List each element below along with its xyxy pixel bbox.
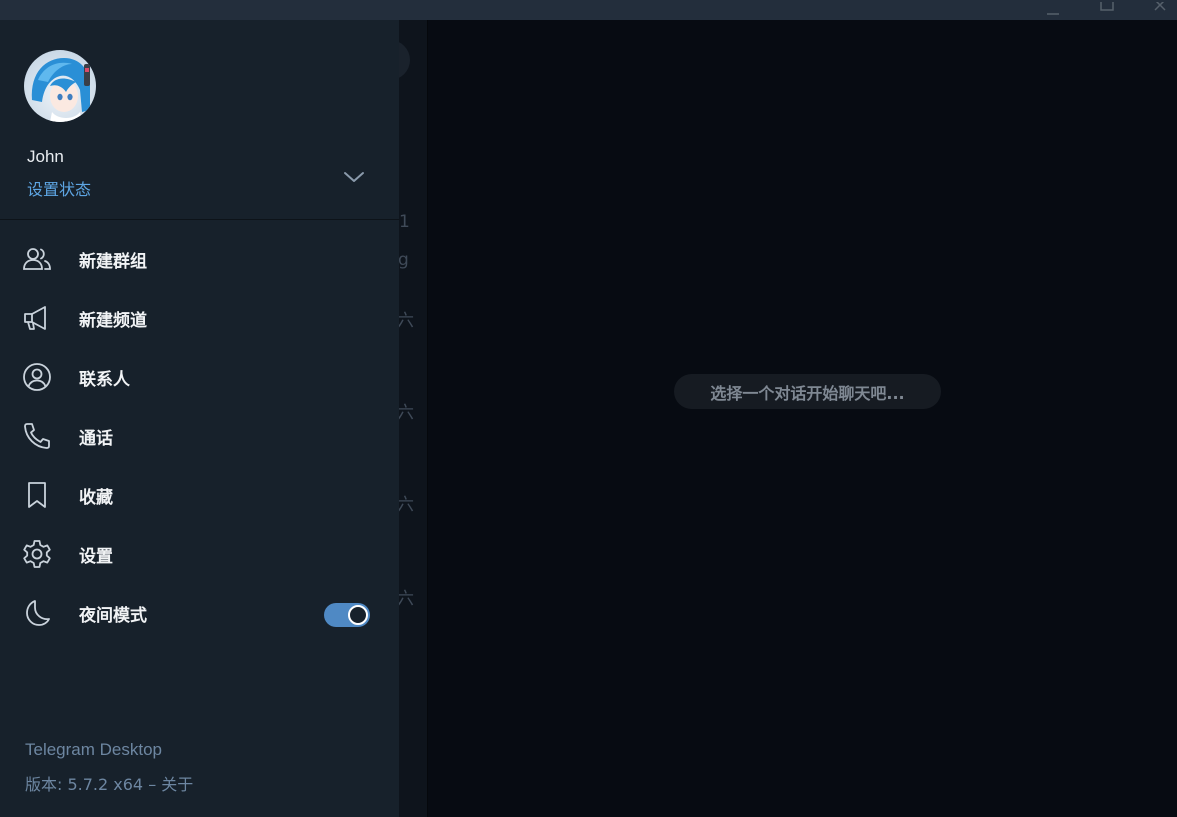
bookmark-icon xyxy=(21,479,53,511)
menu-item-contacts[interactable]: 联系人 xyxy=(0,347,399,406)
close-icon xyxy=(1154,2,1166,11)
accounts-expand-button[interactable] xyxy=(332,162,376,192)
conversation-area xyxy=(428,20,1177,817)
gear-icon xyxy=(21,538,53,570)
menu-item-label: 新建群组 xyxy=(79,252,147,272)
toggle-knob xyxy=(348,605,368,625)
app-version: 版本: 5.7.2 x64 – 关于 xyxy=(25,771,193,795)
phone-icon xyxy=(21,420,53,452)
menu-item-night-mode[interactable]: 夜间模式 xyxy=(0,583,399,642)
maximize-icon xyxy=(1100,2,1114,11)
moon-icon xyxy=(21,597,53,629)
divider xyxy=(0,219,399,220)
menu-item-label: 通话 xyxy=(79,429,113,449)
user-name: John xyxy=(27,147,64,166)
about-link[interactable]: – 关于 xyxy=(148,775,193,794)
menu-item-new-channel[interactable]: 新建频道 xyxy=(0,288,399,347)
window-titlebar xyxy=(0,0,1177,20)
avatar-image xyxy=(24,50,96,122)
minimize-button[interactable] xyxy=(1033,0,1073,20)
menu-item-label: 新建频道 xyxy=(79,311,147,331)
minimize-icon xyxy=(1047,13,1059,15)
menu-item-new-group[interactable]: 新建群组 xyxy=(0,229,399,288)
megaphone-icon xyxy=(21,302,53,334)
menu-item-calls[interactable]: 通话 xyxy=(0,406,399,465)
menu-item-label: 收藏 xyxy=(79,488,113,508)
menu-item-saved[interactable]: 收藏 xyxy=(0,465,399,524)
night-mode-toggle[interactable] xyxy=(324,603,370,627)
chat-list-ghost-text: g xyxy=(398,250,409,270)
chat-list-ghost-text: 六 xyxy=(397,495,414,515)
version-text: 版本: 5.7.2 x64 xyxy=(25,775,144,794)
main-menu-drawer: John 设置状态 新建群组 新建频道 联系人 通话 收藏 设置 夜间模式 Te… xyxy=(0,20,399,817)
app-name: Telegram Desktop xyxy=(25,740,163,759)
chevron-down-icon xyxy=(344,172,364,182)
menu-item-settings[interactable]: 设置 xyxy=(0,524,399,583)
empty-state-message: 选择一个对话开始聊天吧... xyxy=(674,374,941,409)
chat-list-ghost-text: 六 xyxy=(397,589,414,609)
chat-list-ghost-text: 1 xyxy=(399,212,410,232)
menu-item-label: 联系人 xyxy=(79,370,130,390)
chat-list-ghost-text: 六 xyxy=(397,311,414,331)
avatar[interactable] xyxy=(24,50,96,122)
close-button[interactable] xyxy=(1140,0,1177,20)
set-status-link[interactable]: 设置状态 xyxy=(27,176,91,200)
menu-item-label: 设置 xyxy=(79,547,113,567)
maximize-button[interactable] xyxy=(1087,0,1127,20)
menu-item-label: 夜间模式 xyxy=(79,606,147,626)
contact-icon xyxy=(21,361,53,393)
group-icon xyxy=(21,243,53,275)
chat-list-ghost-text: 六 xyxy=(397,403,414,423)
